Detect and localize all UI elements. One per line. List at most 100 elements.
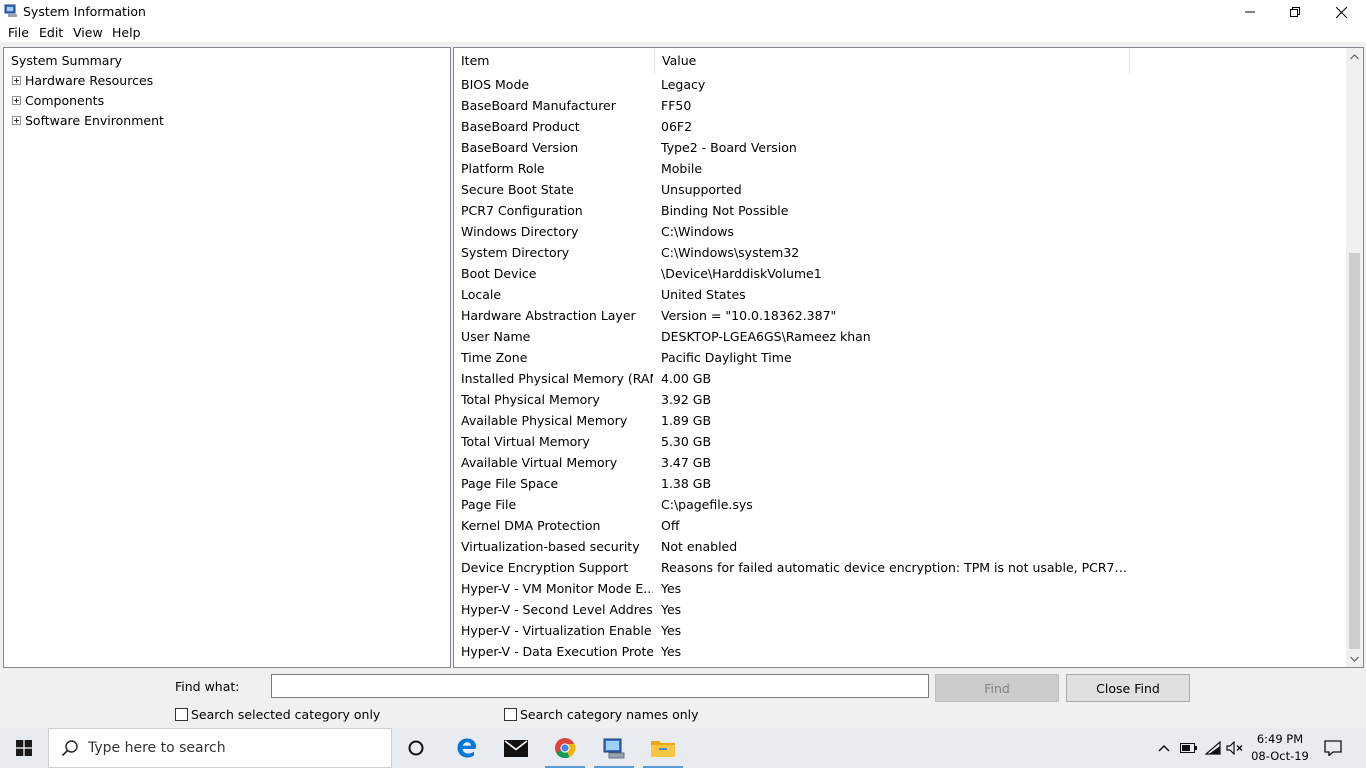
find-button[interactable]: Find xyxy=(935,674,1059,702)
row-item-cell: User Name xyxy=(461,329,531,344)
column-header-value[interactable]: Value xyxy=(655,48,1130,74)
row-item-cell: Hyper-V - Virtualization Enable... xyxy=(461,623,653,638)
close-button[interactable] xyxy=(1318,0,1364,24)
row-value-cell: Type2 - Board Version xyxy=(661,140,797,155)
table-row[interactable]: Total Virtual Memory 5.30 GB xyxy=(454,432,1346,453)
checkbox-label: Search category names only xyxy=(520,706,699,722)
tree-item-hardware-resources[interactable]: Hardware Resources xyxy=(12,71,153,89)
row-item-cell: Platform Role xyxy=(461,161,545,176)
start-button[interactable] xyxy=(0,728,48,768)
table-row[interactable]: Device Encryption Support Reasons for fai… xyxy=(454,558,1346,579)
system-information-taskbar-icon[interactable] xyxy=(590,728,638,768)
taskbar-search-box[interactable]: Type here to search xyxy=(48,728,392,768)
task-view-icon[interactable] xyxy=(392,728,440,768)
details-list[interactable]: Item Value BIOS Mode Legacy BaseBoard Manu… xyxy=(453,47,1364,668)
row-item-cell: BaseBoard Manufacturer xyxy=(461,98,616,113)
table-row[interactable]: BIOS Mode Legacy xyxy=(454,75,1346,96)
menu-help[interactable]: Help xyxy=(112,25,141,40)
table-row[interactable]: Installed Physical Memory (RAM) 4.00 GB xyxy=(454,369,1346,390)
file-explorer-icon[interactable] xyxy=(639,728,687,768)
tree-item-software-environment[interactable]: Software Environment xyxy=(12,111,164,129)
minimize-button[interactable] xyxy=(1227,0,1273,24)
search-category-names-checkbox[interactable]: Search category names only xyxy=(504,706,699,722)
table-row[interactable]: Locale United States xyxy=(454,285,1346,306)
clock-time: 6:49 PM xyxy=(1256,732,1304,746)
row-value-cell: Off xyxy=(661,518,680,533)
row-item-cell: Kernel DMA Protection xyxy=(461,518,601,533)
table-row[interactable]: Page File C:\pagefile.sys xyxy=(454,495,1346,516)
checkbox-box[interactable] xyxy=(504,707,517,721)
table-row[interactable]: Hardware Abstraction Layer Version = "10.… xyxy=(454,306,1346,327)
table-row[interactable]: PCR7 Configuration Binding Not Possible xyxy=(454,201,1346,222)
scroll-up-arrow-icon[interactable] xyxy=(1346,48,1363,65)
volume-muted-icon[interactable] xyxy=(1226,740,1244,756)
row-item-cell: BaseBoard Version xyxy=(461,140,579,155)
wifi-icon[interactable] xyxy=(1204,740,1222,756)
row-item-cell: Locale xyxy=(461,287,502,302)
column-header-item[interactable]: Item xyxy=(454,48,655,74)
scrollbar-thumb[interactable] xyxy=(1349,253,1360,649)
table-row[interactable]: Hyper-V - VM Monitor Mode E... Yes xyxy=(454,579,1346,600)
find-what-input[interactable] xyxy=(271,674,929,698)
tree-item-label: System Summary xyxy=(11,52,122,68)
tree-item-components[interactable]: Components xyxy=(12,91,104,109)
close-find-button[interactable]: Close Find xyxy=(1066,674,1190,702)
vertical-scrollbar[interactable] xyxy=(1346,48,1363,667)
menu-edit[interactable]: Edit xyxy=(39,25,63,40)
table-row[interactable]: Platform Role Mobile xyxy=(454,159,1346,180)
table-row[interactable]: Available Virtual Memory 3.47 GB xyxy=(454,453,1346,474)
row-item-cell: BaseBoard Product xyxy=(461,119,580,134)
restore-button[interactable] xyxy=(1272,0,1318,24)
battery-icon[interactable] xyxy=(1179,740,1197,756)
menu-view[interactable]: View xyxy=(73,25,103,40)
title-bar: System Information xyxy=(0,0,1366,24)
row-item-cell: Device Encryption Support xyxy=(461,560,629,575)
search-placeholder: Type here to search xyxy=(88,740,226,756)
row-value-cell: DESKTOP-LGEA6GS\Rameez khan xyxy=(661,329,871,344)
row-value-cell: Yes xyxy=(661,644,682,659)
table-row[interactable]: Total Physical Memory 3.92 GB xyxy=(454,390,1346,411)
scroll-down-arrow-icon[interactable] xyxy=(1346,650,1363,667)
table-row[interactable]: Boot Device \Device\HarddiskVolume1 xyxy=(454,264,1346,285)
tree-item-system-summary[interactable]: System Summary xyxy=(10,51,123,69)
tree-item-label: Hardware Resources xyxy=(25,72,154,88)
table-row[interactable]: BaseBoard Version Type2 - Board Version xyxy=(454,138,1346,159)
table-row[interactable]: Secure Boot State Unsupported xyxy=(454,180,1346,201)
table-row[interactable]: Hyper-V - Data Execution Prote... Yes xyxy=(454,642,1346,663)
search-selected-category-checkbox[interactable]: Search selected category only xyxy=(175,706,380,722)
notification-icon[interactable] xyxy=(1320,738,1346,758)
row-value-cell: 4.00 GB xyxy=(661,371,712,386)
menu-file[interactable]: File xyxy=(8,25,29,40)
table-row[interactable]: BaseBoard Product 06F2 xyxy=(454,117,1346,138)
checkbox-box[interactable] xyxy=(175,707,188,721)
table-row[interactable]: Time Zone Pacific Daylight Time xyxy=(454,348,1346,369)
expand-plus-icon[interactable] xyxy=(12,95,21,105)
category-tree[interactable]: System Summary Hardware Resources Compon… xyxy=(3,47,451,668)
row-value-cell: 1.89 GB xyxy=(661,413,712,428)
row-value-cell: Pacific Daylight Time xyxy=(661,350,792,365)
row-value-cell: Legacy xyxy=(661,77,706,92)
table-row[interactable]: Hyper-V - Second Level Addres... Yes xyxy=(454,600,1346,621)
mail-icon[interactable] xyxy=(492,728,540,768)
row-value-cell: 5.30 GB xyxy=(661,434,712,449)
table-row[interactable]: User Name DESKTOP-LGEA6GS\Rameez khan xyxy=(454,327,1346,348)
table-row[interactable]: System Directory C:\Windows\system32 xyxy=(454,243,1346,264)
row-item-cell: Windows Directory xyxy=(461,224,579,239)
row-item-cell: Hyper-V - Data Execution Prote... xyxy=(461,644,653,659)
table-row[interactable]: Kernel DMA Protection Off xyxy=(454,516,1346,537)
table-row[interactable]: Available Physical Memory 1.89 GB xyxy=(454,411,1346,432)
chevron-up-icon[interactable] xyxy=(1155,740,1173,756)
chrome-icon[interactable] xyxy=(541,728,589,768)
expand-plus-icon[interactable] xyxy=(12,115,21,125)
row-value-cell: C:\Windows\system32 xyxy=(661,245,800,260)
row-item-cell: Available Virtual Memory xyxy=(461,455,618,470)
table-row[interactable]: Windows Directory C:\Windows xyxy=(454,222,1346,243)
table-row[interactable]: BaseBoard Manufacturer FF50 xyxy=(454,96,1346,117)
table-row[interactable]: Page File Space 1.38 GB xyxy=(454,474,1346,495)
menu-bar: File Edit View Help xyxy=(0,24,1366,42)
edge-icon[interactable] xyxy=(443,728,491,768)
system-clock[interactable]: 6:49 PM 08-Oct-19 xyxy=(1246,731,1314,765)
expand-plus-icon[interactable] xyxy=(12,75,21,85)
table-row[interactable]: Virtualization-based security Not enabled xyxy=(454,537,1346,558)
table-row[interactable]: Hyper-V - Virtualization Enable... Yes xyxy=(454,621,1346,642)
